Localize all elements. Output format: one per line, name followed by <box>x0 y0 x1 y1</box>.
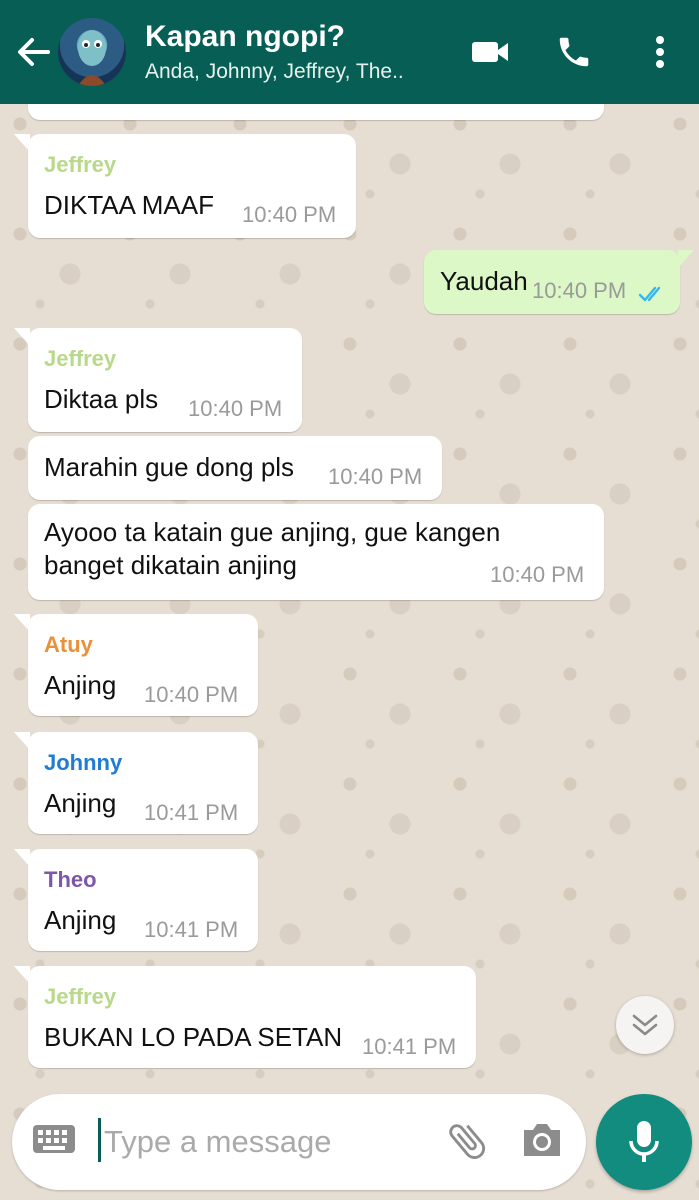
message-text: Diktaa pls <box>44 384 159 414</box>
back-arrow-icon[interactable] <box>14 32 54 72</box>
message-time: 10:40 PM <box>328 464 423 489</box>
message-text: DIKTAA MAAF <box>44 190 214 220</box>
message-time: 10:41 PM <box>144 800 239 825</box>
message-bubble[interactable]: Jeffrey BUKAN LO PADA SETAN 10:41 PM <box>14 966 476 1068</box>
sender-name: Jeffrey <box>44 152 117 177</box>
read-receipt-icon <box>638 280 668 311</box>
chat-header: Kapan ngopi? Anda, Johnny, Jeffrey, The.… <box>0 0 699 104</box>
message-text: Anjing <box>44 670 117 700</box>
message-bubble[interactable]: Jeffrey Diktaa pls 10:40 PM <box>14 328 302 432</box>
message-time: 10:40 PM <box>532 278 627 303</box>
message-time: 10:41 PM <box>144 917 239 942</box>
chat-title[interactable]: Kapan ngopi? <box>145 20 345 54</box>
message-bubble-outgoing[interactable]: Yaudah 10:40 PM <box>424 250 694 314</box>
message-text: Anjing <box>44 905 117 935</box>
paperclip-icon[interactable] <box>444 1116 490 1166</box>
message-composer <box>12 1094 586 1190</box>
more-options-icon[interactable] <box>640 30 680 74</box>
camera-icon[interactable] <box>520 1120 564 1160</box>
chat-participants[interactable]: Anda, Johnny, Jeffrey, The.. <box>145 60 435 84</box>
sender-name: Theo <box>44 867 97 892</box>
sender-name: Johnny <box>44 750 123 775</box>
message-bubble[interactable]: Johnny Anjing 10:41 PM <box>14 732 258 834</box>
voice-record-button[interactable] <box>596 1094 692 1190</box>
message-bubble[interactable]: Atuy Anjing 10:40 PM <box>14 614 258 716</box>
microphone-icon <box>629 1121 659 1162</box>
message-bubble[interactable]: Marahin gue dong pls 10:40 PM <box>28 436 442 500</box>
sender-name: Atuy <box>44 632 93 657</box>
message-bubble[interactable]: Jeffrey DIKTAA MAAF 10:40 PM <box>14 134 356 238</box>
message-list[interactable]: Jeffrey DIKTAA MAAF 10:40 PM Yaudah 10:4… <box>0 104 699 1084</box>
message-text: Ayooo ta katain gue anjing, gue kangen b… <box>44 517 501 580</box>
keyboard-icon[interactable] <box>32 1124 76 1156</box>
message-time: 10:40 PM <box>490 562 585 587</box>
voice-call-icon[interactable] <box>552 30 596 74</box>
group-avatar[interactable] <box>58 18 126 86</box>
message-bubble[interactable]: Ayooo ta katain gue anjing, gue kangen b… <box>28 504 604 600</box>
message-bubble-partial <box>28 104 604 120</box>
video-call-icon[interactable] <box>468 30 512 74</box>
message-time: 10:40 PM <box>144 682 239 707</box>
message-input[interactable] <box>102 1116 436 1168</box>
message-text: Marahin gue dong pls <box>44 452 295 482</box>
scroll-to-bottom-button[interactable] <box>616 996 674 1054</box>
message-text: Anjing <box>44 788 117 818</box>
text-cursor <box>98 1118 101 1162</box>
double-chevron-down-icon <box>632 1014 658 1036</box>
message-time: 10:40 PM <box>188 396 283 421</box>
message-text: BUKAN LO PADA SETAN <box>44 1022 343 1052</box>
message-time: 10:40 PM <box>242 202 337 227</box>
sender-name: Jeffrey <box>44 346 117 371</box>
message-text: Yaudah <box>440 266 528 296</box>
message-time: 10:41 PM <box>362 1034 457 1059</box>
message-bubble[interactable]: Theo Anjing 10:41 PM <box>14 849 258 951</box>
sender-name: Jeffrey <box>44 984 117 1009</box>
